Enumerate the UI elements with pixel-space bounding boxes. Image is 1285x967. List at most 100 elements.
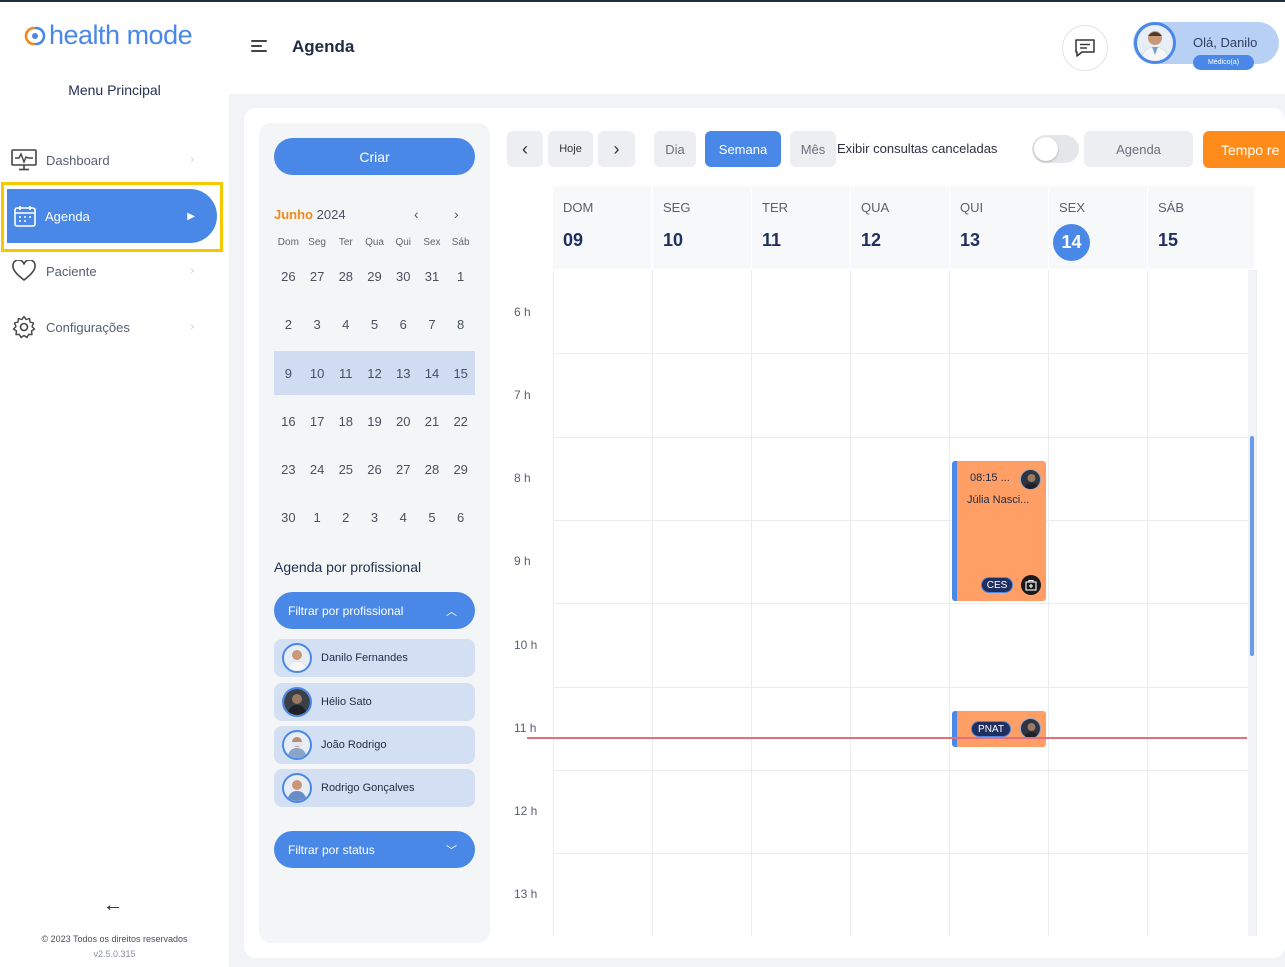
- day-column-header[interactable]: DOM 09: [553, 186, 651, 269]
- mini-calendar-day[interactable]: 28: [418, 462, 447, 477]
- sidebar-item-paciente[interactable]: Paciente ›: [10, 249, 200, 293]
- mini-calendar-week: 26 27 28 29 30 31 1: [274, 254, 475, 298]
- mini-calendar-day[interactable]: 11: [331, 366, 360, 381]
- mini-calendar-day[interactable]: 17: [303, 414, 332, 429]
- mini-calendar-day[interactable]: 4: [389, 510, 418, 525]
- grid-row-line: [553, 520, 1256, 521]
- show-cancelled-toggle[interactable]: [1032, 135, 1079, 163]
- day-column-header[interactable]: SEX 14: [1049, 186, 1147, 269]
- chevron-down-icon: ﹀: [446, 844, 457, 857]
- weekday-label: Sáb: [451, 237, 470, 248]
- mini-calendar-day[interactable]: 28: [331, 269, 360, 284]
- weekday-label: Dom: [277, 237, 299, 248]
- dashboard-monitor-icon: [10, 148, 38, 172]
- next-month-chevron-icon[interactable]: ›: [454, 206, 459, 222]
- mini-calendar-day[interactable]: 27: [389, 462, 418, 477]
- chevron-right-icon: ›: [190, 265, 194, 277]
- weekday-name: QUA: [861, 200, 890, 215]
- menu-toggle-icon[interactable]: [251, 40, 267, 54]
- menu-title: Menu Principal: [68, 82, 161, 98]
- mini-calendar-day[interactable]: 29: [360, 269, 389, 284]
- day-column-header[interactable]: SÁB 15: [1148, 186, 1254, 269]
- mini-calendar-day[interactable]: 14: [418, 366, 447, 381]
- view-week-button[interactable]: Semana: [705, 131, 781, 167]
- mini-calendar-day[interactable]: 13: [389, 366, 418, 381]
- mini-calendar-day[interactable]: 20: [389, 414, 418, 429]
- mini-calendar-day[interactable]: 31: [418, 269, 447, 284]
- agenda-view-button[interactable]: Agenda: [1084, 131, 1193, 167]
- messages-button[interactable]: [1062, 25, 1108, 71]
- mini-calendar-day[interactable]: 24: [303, 462, 332, 477]
- appointment-event[interactable]: 08:15 ... Júlia Nasci... CES: [952, 461, 1046, 601]
- week-grid[interactable]: [553, 270, 1257, 936]
- sidebar-item-dashboard[interactable]: Dashboard ›: [10, 138, 200, 182]
- day-column-header[interactable]: TER 11: [752, 186, 850, 269]
- weekday-label: Qui: [395, 237, 412, 248]
- mini-calendar-day[interactable]: 3: [360, 510, 389, 525]
- chevron-right-icon: ›: [613, 138, 620, 159]
- avatar[interactable]: [1134, 22, 1176, 64]
- sidebar-item-agenda[interactable]: Agenda ▶: [7, 189, 217, 243]
- mini-calendar-day[interactable]: 12: [360, 366, 389, 381]
- mini-calendar-day[interactable]: 16: [274, 414, 303, 429]
- sidebar-item-configuracoes[interactable]: Configurações ›: [10, 305, 200, 349]
- hour-label: 12 h: [514, 804, 538, 818]
- day-column-header[interactable]: QUI 13: [950, 186, 1048, 269]
- mini-calendar-day[interactable]: 19: [360, 414, 389, 429]
- mini-calendar-day[interactable]: 30: [389, 269, 418, 284]
- professional-item-danilo[interactable]: Danilo Fernandes: [274, 639, 475, 677]
- mini-calendar-day[interactable]: 21: [418, 414, 447, 429]
- tempo-button[interactable]: Tempo re: [1203, 131, 1285, 168]
- create-button[interactable]: Criar: [274, 138, 475, 175]
- weekday-name: QUI: [960, 200, 984, 215]
- mini-calendar-day[interactable]: 29: [446, 462, 475, 477]
- filter-label: Filtrar por status: [288, 842, 375, 857]
- mini-calendar-day[interactable]: 9: [274, 366, 303, 381]
- day-column-header[interactable]: SEG 10: [653, 186, 751, 269]
- mini-calendar-day[interactable]: 2: [274, 317, 303, 332]
- mini-calendar-day[interactable]: 3: [303, 317, 332, 332]
- show-cancelled-label: Exibir consultas canceladas: [837, 141, 998, 156]
- next-week-button[interactable]: ›: [598, 131, 635, 167]
- avatar: [282, 687, 312, 717]
- filter-status-dropdown[interactable]: Filtrar por status ﹀: [274, 831, 475, 868]
- weekday-label: Ter: [338, 237, 353, 248]
- mini-calendar-day[interactable]: 25: [331, 462, 360, 477]
- highlight-box: Agenda ▶: [1, 182, 223, 252]
- filter-professional-dropdown[interactable]: Filtrar por profissional ︿: [274, 592, 475, 629]
- today-button[interactable]: Hoje: [548, 131, 593, 167]
- brand-logo[interactable]: health mode: [24, 20, 193, 51]
- mini-calendar-day[interactable]: 6: [446, 510, 475, 525]
- sidebar-item-label: Paciente: [46, 263, 97, 279]
- mini-calendar-day[interactable]: 23: [274, 462, 303, 477]
- professional-item-helio[interactable]: Hélio Sato: [274, 683, 475, 721]
- view-month-button[interactable]: Mês: [790, 131, 836, 167]
- mini-calendar-day[interactable]: 8: [446, 317, 475, 332]
- professional-item-joao[interactable]: João Rodrigo: [274, 726, 475, 764]
- mini-calendar-day[interactable]: 1: [303, 510, 332, 525]
- appointment-event[interactable]: PNAT: [952, 711, 1046, 747]
- mini-calendar-day[interactable]: 27: [303, 269, 332, 284]
- mini-calendar-day[interactable]: 15: [446, 366, 475, 381]
- mini-calendar-day[interactable]: 18: [331, 414, 360, 429]
- mini-calendar-day[interactable]: 30: [274, 510, 303, 525]
- mini-calendar-day[interactable]: 5: [360, 317, 389, 332]
- mini-calendar-day[interactable]: 1: [446, 269, 475, 284]
- grid-scrollbar-thumb[interactable]: [1250, 436, 1254, 656]
- prev-week-button[interactable]: ‹: [507, 131, 543, 167]
- mini-calendar-day[interactable]: 6: [389, 317, 418, 332]
- view-day-button[interactable]: Dia: [654, 131, 696, 167]
- professional-item-rodrigo[interactable]: Rodrigo Gonçalves: [274, 769, 475, 807]
- mini-calendar-day[interactable]: 2: [331, 510, 360, 525]
- mini-calendar-day[interactable]: 4: [331, 317, 360, 332]
- mini-calendar-day[interactable]: 22: [446, 414, 475, 429]
- mini-calendar-day[interactable]: 10: [303, 366, 332, 381]
- mini-calendar-day[interactable]: 7: [418, 317, 447, 332]
- mini-calendar-day[interactable]: 26: [360, 462, 389, 477]
- mini-calendar-day[interactable]: 5: [418, 510, 447, 525]
- mini-calendar-day[interactable]: 26: [274, 269, 303, 284]
- collapse-back-arrow-icon[interactable]: ←: [103, 894, 123, 917]
- day-column-header[interactable]: QUA 12: [851, 186, 949, 269]
- grid-column-line: [949, 270, 950, 936]
- prev-month-chevron-icon[interactable]: ‹: [414, 206, 419, 222]
